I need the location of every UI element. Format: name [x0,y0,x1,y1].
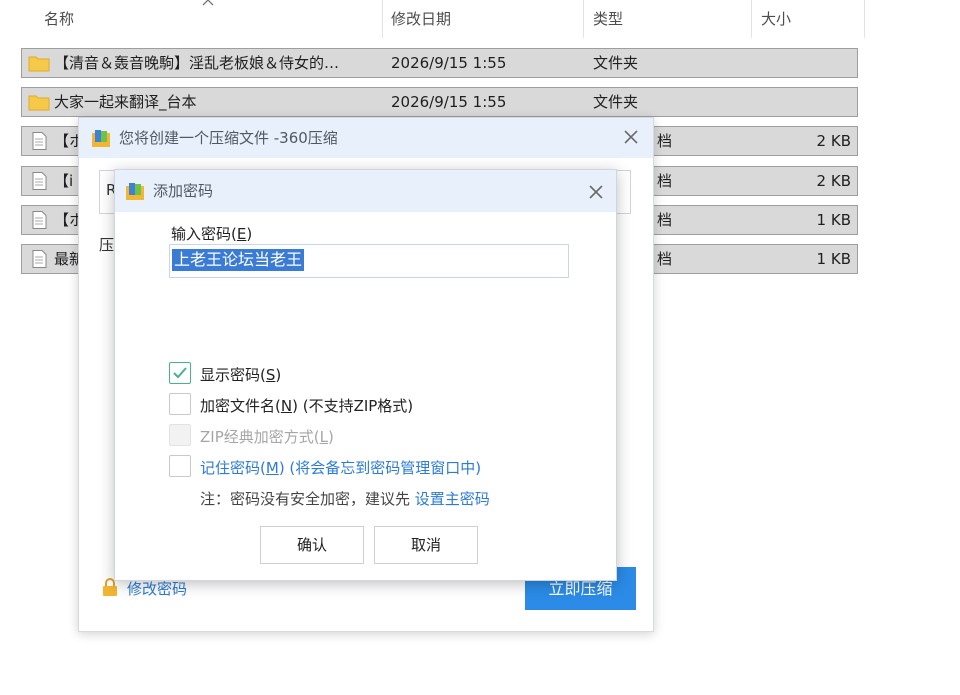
table-row[interactable]: 【清音＆轰音晚駒】淫乱老板娘＆侍女的… 2026/9/15 1:55 文件夹 [21,48,858,78]
file-icon [32,211,47,229]
column-date[interactable]: 修改日期 [391,0,451,38]
file-size: 2 KB [816,172,851,190]
360-compress-app-icon [126,183,144,200]
file-name: 【清音＆轰音晚駒】淫乱老板娘＆侍女的… [54,54,340,72]
password-selected-text: 上老王论坛当老王 [172,249,305,271]
file-type: 档 [657,172,673,190]
column-name[interactable]: 名称 [44,0,74,38]
set-master-password-link[interactable]: 设置主密码 [415,490,490,508]
file-type: 文件夹 [593,54,639,72]
file-size: 1 KB [816,250,851,268]
folder-icon [28,95,50,111]
360-compress-app-icon [92,130,110,147]
column-type[interactable]: 类型 [593,0,623,38]
remember-password-label[interactable]: 记住密码(M) (将会备忘到密码管理窗口中) [200,457,481,478]
add-password-dialog: 添加密码 输入密码(E) 上老王论坛当老王 显示密码(S) 加密文件名(N) (… [114,169,617,581]
file-size: 1 KB [816,211,851,229]
add-password-titlebar[interactable]: 添加密码 [115,170,616,212]
file-list-header: 名称 修改日期 类型 大小 [0,0,865,38]
file-size: 2 KB [816,132,851,150]
column-divider[interactable] [751,0,752,38]
zip-classic-encryption-checkbox [169,424,191,446]
column-divider[interactable] [382,0,383,38]
compress-window-titlebar[interactable]: 您将创建一个压缩文件 -360压缩 [79,118,653,158]
compress-option-label: 压 [99,236,115,254]
file-date: 2026/9/15 1:55 [391,93,507,111]
encrypt-filenames-checkbox[interactable] [169,393,191,415]
compress-window-title: 您将创建一个压缩文件 -360压缩 [119,129,338,147]
column-size[interactable]: 大小 [761,0,791,38]
file-icon [32,132,47,150]
add-password-title: 添加密码 [153,182,214,200]
password-input[interactable]: 上老王论坛当老王 [169,244,569,278]
file-icon [32,250,47,268]
show-password-checkbox[interactable] [169,362,191,384]
checkmark-icon [173,367,187,379]
table-row[interactable]: 大家一起来翻译_台本 2026/9/15 1:55 文件夹 [21,87,858,117]
sort-ascending-icon [202,0,214,6]
show-password-label[interactable]: 显示密码(S) [200,364,281,385]
folder-icon [28,56,50,72]
file-type: 档 [657,211,673,229]
file-icon [32,172,47,190]
column-divider[interactable] [864,0,865,38]
confirm-button[interactable]: 确认 [260,526,364,564]
file-type: 档 [657,250,673,268]
encrypt-filenames-label[interactable]: 加密文件名(N) (不支持ZIP格式) [200,395,413,416]
file-date: 2026/9/15 1:55 [391,54,507,72]
file-type: 文件夹 [593,93,639,111]
file-name: 大家一起来翻译_台本 [54,93,197,111]
zip-classic-encryption-label: ZIP经典加密方式(L) [200,428,334,446]
remember-password-checkbox[interactable] [169,455,191,477]
password-label: 输入密码(E) [171,225,253,243]
close-icon[interactable] [621,127,641,147]
security-note: 注：密码没有安全加密，建议先 设置主密码 [200,490,490,508]
cancel-button[interactable]: 取消 [374,526,478,564]
close-icon[interactable] [586,182,606,202]
column-divider[interactable] [583,0,584,38]
file-type: 档 [657,132,673,150]
